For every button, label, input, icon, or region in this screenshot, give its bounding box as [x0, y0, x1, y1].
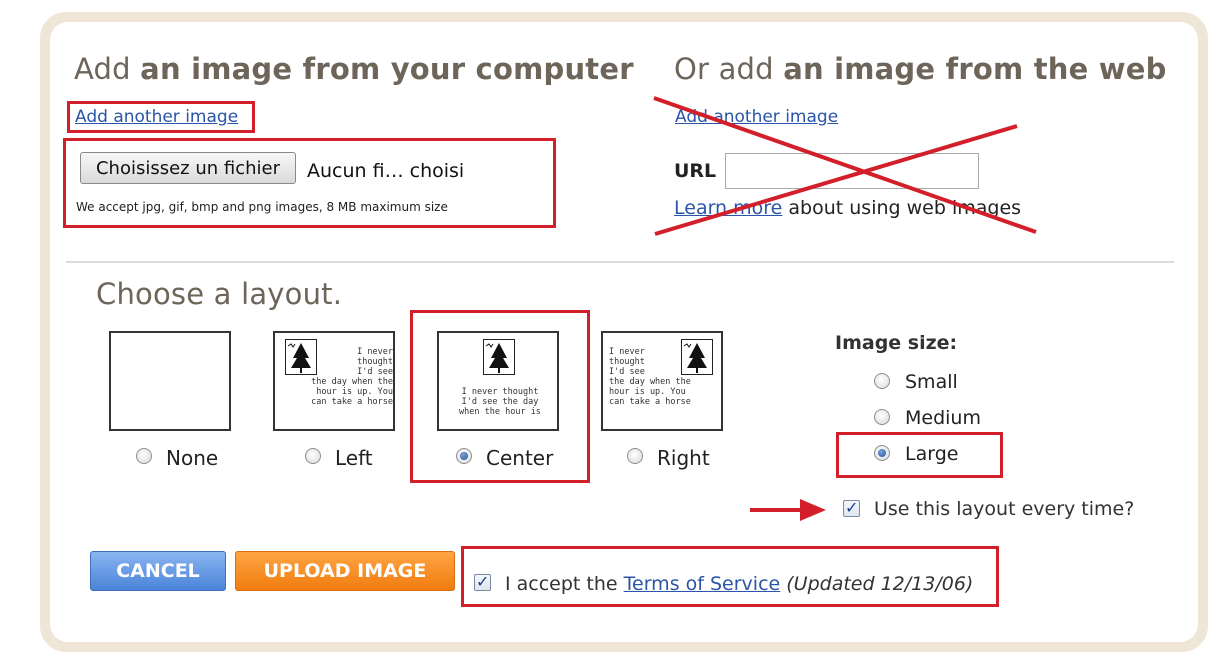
url-input[interactable]	[725, 153, 979, 189]
layout-left-radio[interactable]	[305, 448, 321, 464]
section-divider	[66, 261, 1174, 263]
local-upload-title-plain: Add	[74, 52, 141, 86]
learn-more-suffix: about using web images	[782, 197, 1022, 219]
local-upload-title-bold: an image from your computer	[140, 52, 634, 86]
learn-more-link[interactable]: Learn more	[674, 197, 782, 219]
size-medium-label: Medium	[905, 407, 981, 429]
layout-thumb-none[interactable]	[109, 331, 231, 431]
web-upload-title: Or add an image from the web	[674, 52, 1167, 86]
url-label: URL	[674, 160, 717, 182]
layout-none-label: None	[166, 446, 219, 470]
remember-layout-label: Use this layout every time?	[874, 498, 1135, 520]
web-upload-title-plain: Or add	[674, 52, 784, 86]
annotation-box-center-layout	[410, 310, 590, 483]
size-small-label: Small	[905, 371, 958, 393]
upload-image-button[interactable]: UPLOAD IMAGE	[235, 551, 455, 591]
image-size-label: Image size:	[835, 332, 958, 354]
size-small-radio[interactable]	[874, 373, 890, 389]
web-upload-title-bold: an image from the web	[783, 52, 1167, 86]
add-another-web-image-link[interactable]: Add another image	[675, 107, 838, 127]
cancel-button[interactable]: CANCEL	[90, 551, 226, 591]
layout-heading: Choose a layout.	[96, 277, 343, 311]
layout-right-label: Right	[657, 446, 710, 470]
layout-none-radio[interactable]	[136, 448, 152, 464]
remember-layout-checkbox[interactable]	[843, 498, 860, 517]
layout-thumb-right[interactable]: I never thought I'd see the day when the…	[601, 331, 723, 431]
layout-right-radio[interactable]	[627, 448, 643, 464]
annotation-box-large-size	[836, 432, 1003, 478]
annotation-box-add-another	[67, 101, 255, 133]
annotation-box-terms	[461, 546, 999, 607]
annotation-box-file-chooser	[63, 138, 556, 228]
layout-right-sample-text: I never thought I'd see the day when the…	[609, 347, 691, 407]
local-upload-title: Add an image from your computer	[74, 52, 634, 86]
layout-thumb-left[interactable]: I never thought I'd see the day when the…	[273, 331, 395, 431]
learn-more-line: Learn more about using web images	[674, 197, 1021, 219]
layout-left-sample-text: I never thought I'd see the day when the…	[311, 347, 393, 407]
size-medium-radio[interactable]	[874, 409, 890, 425]
layout-left-label: Left	[335, 446, 373, 470]
